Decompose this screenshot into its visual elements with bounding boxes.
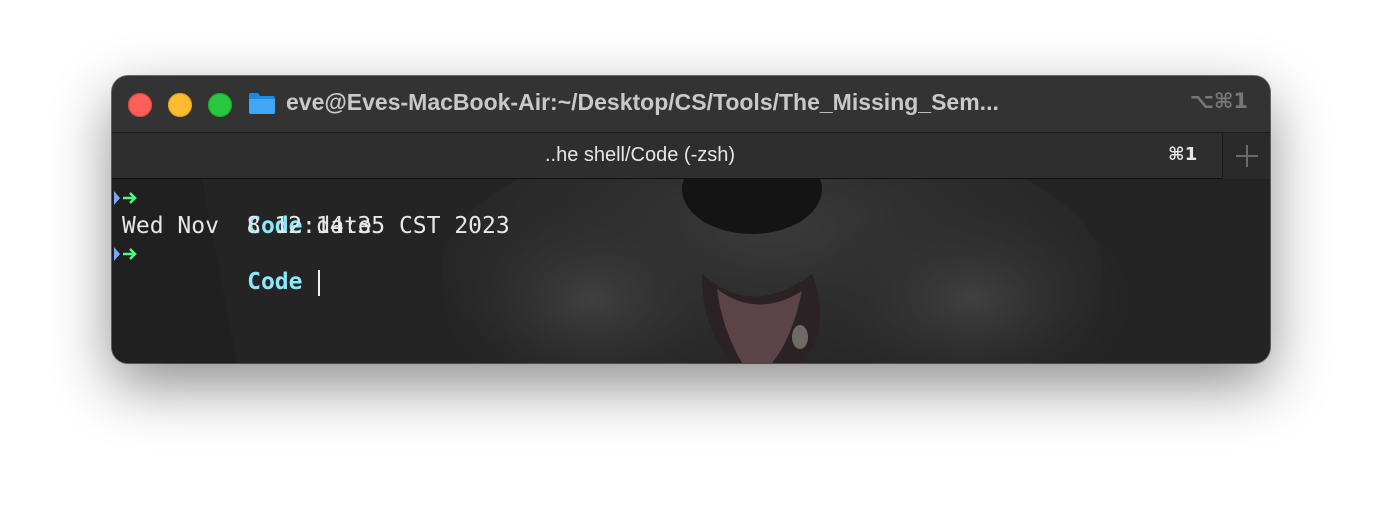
zoom-button[interactable]: [208, 93, 232, 117]
tab-label: ..he shell/Code (-zsh): [544, 144, 736, 166]
arrow-right-icon: [114, 247, 137, 261]
terminal-line-prompt-current: Code: [112, 240, 321, 296]
tab-bar: ..he shell/Code (-zsh) ⌘1: [112, 132, 1270, 179]
terminal-output-line: Wed Nov 8 12:14:35 CST 2023: [122, 213, 510, 239]
terminal-window: eve@Eves-MacBook-Air:~/Desktop/CS/Tools/…: [112, 76, 1270, 363]
tab-shortcut: ⌘1: [1168, 144, 1198, 165]
window-title: eve@Eves-MacBook-Air:~/Desktop/CS/Tools/…: [286, 89, 999, 115]
prompt-directory: Code: [247, 269, 303, 295]
terminal-content[interactable]: Code date Wed Nov 8 12:14:35 CST 2023 Co…: [112, 179, 1270, 363]
title-bar[interactable]: eve@Eves-MacBook-Air:~/Desktop/CS/Tools/…: [112, 76, 1270, 132]
folder-icon: [249, 93, 275, 114]
minimize-button[interactable]: [168, 93, 192, 117]
new-tab-button[interactable]: [1222, 133, 1270, 179]
text-cursor: [318, 269, 321, 296]
close-button[interactable]: [128, 93, 152, 117]
window-shortcut: ⌥⌘1: [1189, 89, 1248, 113]
arrow-right-icon: [114, 191, 137, 205]
tab-zsh[interactable]: ..he shell/Code (-zsh) ⌘1: [112, 133, 1222, 179]
terminal-line-prompt: Code date: [112, 184, 372, 239]
